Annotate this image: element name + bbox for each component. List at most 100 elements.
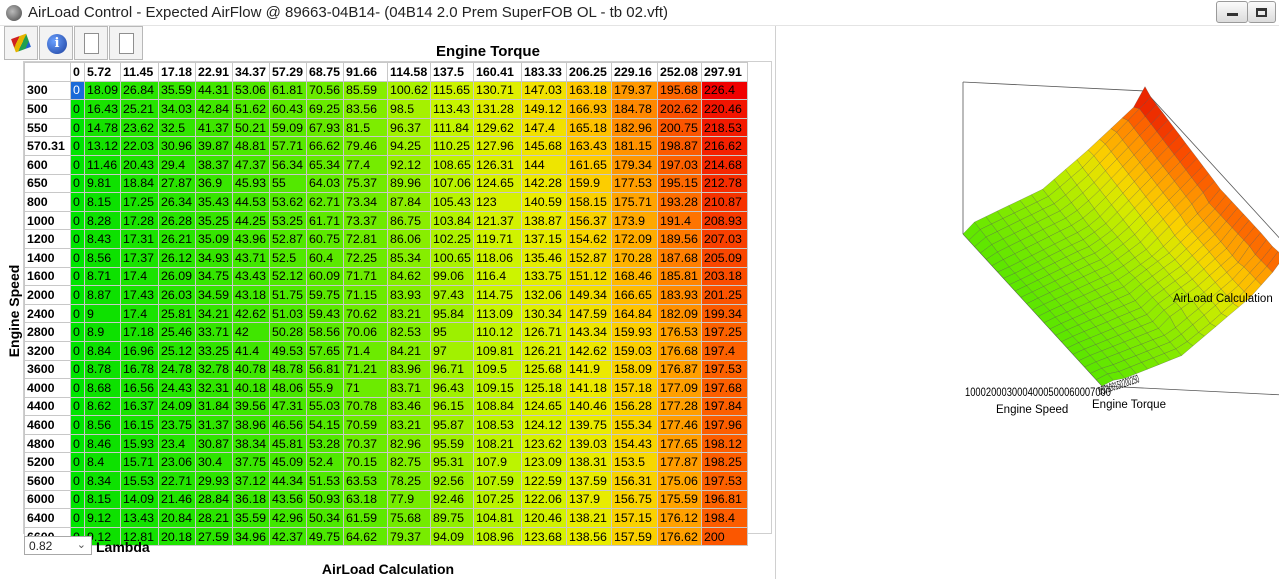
table-cell[interactable]: 175.06 [657, 471, 702, 491]
table-cell[interactable]: 96.71 [430, 359, 474, 380]
table-cell[interactable]: 34.96 [232, 526, 270, 547]
table-cell[interactable]: 107.59 [473, 471, 522, 491]
table-cell[interactable]: 75.37 [343, 173, 388, 194]
table-cell[interactable]: 24.78 [158, 359, 196, 380]
table-cell[interactable]: 30.87 [195, 433, 233, 454]
table-cell[interactable]: 26.21 [158, 229, 196, 249]
table-cell[interactable]: 195.15 [657, 173, 702, 194]
table-cell[interactable]: 8.9 [84, 322, 121, 342]
table-cell[interactable]: 55.9 [306, 378, 344, 398]
table-cell[interactable]: 8.87 [84, 285, 121, 305]
table-cell[interactable]: 8.56 [84, 247, 121, 268]
row-header[interactable]: 2800 [24, 322, 71, 342]
table-cell[interactable]: 107.25 [473, 489, 522, 510]
row-header[interactable]: 3600 [24, 359, 71, 380]
row-header[interactable]: 1600 [24, 266, 71, 287]
table-cell[interactable]: 21.46 [158, 489, 196, 510]
table-cell[interactable]: 34.59 [195, 285, 233, 305]
table-cell[interactable]: 130.34 [521, 303, 567, 324]
table-cell[interactable]: 176.62 [657, 526, 702, 547]
table-cell[interactable]: 50.93 [306, 489, 344, 510]
table-cell[interactable]: 70.37 [343, 433, 388, 454]
table-cell[interactable]: 85.34 [387, 247, 431, 268]
table-cell[interactable]: 17.28 [120, 210, 159, 231]
table-cell[interactable]: 45.09 [269, 452, 307, 473]
info-button[interactable]: i [39, 26, 73, 60]
table-cell[interactable]: 197.03 [657, 154, 702, 175]
table-cell[interactable]: 42.37 [269, 526, 307, 547]
table-cell[interactable]: 0 [70, 471, 85, 491]
table-cell[interactable]: 8.15 [84, 489, 121, 510]
table-cell[interactable]: 142.62 [566, 340, 612, 361]
table-cell[interactable]: 56.81 [306, 359, 344, 380]
table-cell[interactable]: 27.87 [158, 173, 196, 194]
column-header[interactable]: 17.18 [158, 62, 196, 82]
table-cell[interactable]: 9 [84, 303, 121, 324]
table-cell[interactable]: 147.4 [521, 117, 567, 138]
column-header[interactable]: 137.5 [430, 62, 474, 82]
table-cell[interactable]: 61.81 [269, 80, 307, 101]
column-header[interactable]: 5.72 [84, 62, 121, 82]
table-cell[interactable]: 100.65 [430, 247, 474, 268]
table-cell[interactable]: 26.12 [158, 247, 196, 268]
table-cell[interactable]: 197.84 [701, 396, 748, 417]
table-cell[interactable]: 95.59 [430, 433, 474, 454]
table-cell[interactable]: 17.31 [120, 229, 159, 249]
table-cell[interactable]: 89.75 [430, 508, 474, 528]
table-cell[interactable]: 70.59 [343, 415, 388, 435]
table-cell[interactable]: 0 [70, 154, 85, 175]
table-cell[interactable]: 49.53 [269, 340, 307, 361]
table-cell[interactable]: 13.43 [120, 508, 159, 528]
table-cell[interactable]: 17.37 [120, 247, 159, 268]
lambda-dropdown[interactable]: 0.82 ⌄ [24, 536, 92, 555]
table-cell[interactable]: 81.5 [343, 117, 388, 138]
table-cell[interactable]: 182.09 [657, 303, 702, 324]
table-cell[interactable]: 16.56 [120, 378, 159, 398]
table-cell[interactable]: 122.59 [521, 471, 567, 491]
table-cell[interactable]: 37.12 [232, 471, 270, 491]
table-cell[interactable]: 8.28 [84, 210, 121, 231]
table-cell[interactable]: 138.56 [566, 526, 612, 547]
table-cell[interactable]: 41.37 [195, 117, 233, 138]
table-cell[interactable]: 40.18 [232, 378, 270, 398]
table-cell[interactable]: 114.75 [473, 285, 522, 305]
table-cell[interactable]: 147.59 [566, 303, 612, 324]
table-cell[interactable]: 63.18 [343, 489, 388, 510]
table-cell[interactable]: 176.68 [657, 340, 702, 361]
table-cell[interactable]: 0 [70, 303, 85, 324]
table-cell[interactable]: 0 [70, 415, 85, 435]
table-cell[interactable]: 96.15 [430, 396, 474, 417]
table-cell[interactable]: 77.4 [343, 154, 388, 175]
table-cell[interactable]: 184.78 [611, 99, 658, 119]
table-cell[interactable]: 154.43 [611, 433, 658, 454]
table-cell[interactable]: 18.84 [120, 173, 159, 194]
table-cell[interactable]: 197.53 [701, 471, 748, 491]
row-header[interactable]: 1400 [24, 247, 71, 268]
table-cell[interactable]: 70.15 [343, 452, 388, 473]
table-cell[interactable]: 18.09 [84, 80, 121, 101]
table-cell[interactable]: 86.75 [387, 210, 431, 231]
column-header[interactable]: 229.16 [611, 62, 658, 82]
table-cell[interactable]: 140.46 [566, 396, 612, 417]
table-cell[interactable]: 26.34 [158, 192, 196, 212]
table-cell[interactable]: 226.4 [701, 80, 748, 101]
table-cell[interactable]: 163.43 [566, 136, 612, 156]
table-cell[interactable]: 165.18 [566, 117, 612, 138]
table-cell[interactable]: 185.81 [657, 266, 702, 287]
table-cell[interactable]: 52.87 [269, 229, 307, 249]
table-cell[interactable]: 32.31 [195, 378, 233, 398]
table-cell[interactable]: 60.4 [306, 247, 344, 268]
table-cell[interactable]: 177.65 [657, 433, 702, 454]
table-cell[interactable]: 108.53 [473, 415, 522, 435]
table-cell[interactable]: 0 [70, 452, 85, 473]
table-cell[interactable]: 8.46 [84, 433, 121, 454]
table-cell[interactable]: 138.31 [566, 452, 612, 473]
table-cell[interactable]: 109.81 [473, 340, 522, 361]
column-header[interactable]: 297.91 [701, 62, 748, 82]
table-cell[interactable]: 59.09 [269, 117, 307, 138]
table-cell[interactable]: 138.87 [521, 210, 567, 231]
table-cell[interactable]: 124.65 [473, 173, 522, 194]
column-header[interactable]: 0 [70, 62, 85, 82]
table-cell[interactable]: 82.75 [387, 452, 431, 473]
table-cell[interactable]: 132.06 [521, 285, 567, 305]
